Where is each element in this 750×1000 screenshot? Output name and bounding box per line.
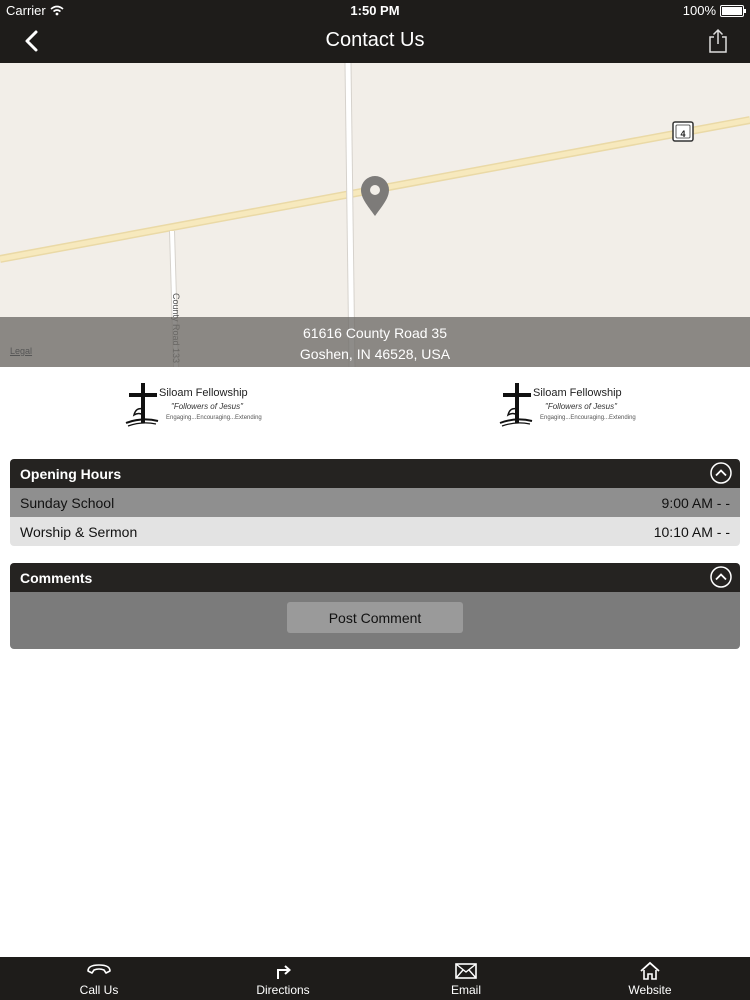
comments-header[interactable]: Comments (10, 563, 740, 592)
hours-row: Worship & Sermon 10:10 AM - - (10, 517, 740, 546)
hours-row-time: 9:00 AM - - (661, 495, 730, 511)
tab-label: Call Us (79, 983, 119, 997)
org-name: Siloam Fellowship (533, 387, 622, 399)
cross-logo-icon (125, 383, 159, 427)
battery-info: 100% (682, 3, 746, 18)
tab-email[interactable]: Email (396, 957, 536, 1000)
map-legal-link[interactable]: Legal (10, 346, 32, 356)
battery-percent: 100% (682, 3, 716, 18)
chevron-up-icon[interactable] (710, 566, 732, 588)
address-line-2: Goshen, IN 46528, USA (299, 346, 451, 362)
opening-hours-panel: Opening Hours Sunday School 9:00 AM - - … (10, 459, 740, 546)
cross-logo-icon (499, 383, 533, 427)
share-icon[interactable] (708, 28, 728, 54)
status-bar: Carrier 1:50 PM 100% (0, 0, 750, 20)
post-comment-button[interactable]: Post Comment (287, 602, 463, 633)
address-line-1: 61616 County Road 35 (303, 325, 447, 341)
comments-panel: Comments Post Comment (10, 563, 740, 649)
opening-hours-title: Opening Hours (20, 466, 122, 482)
home-icon (640, 961, 660, 980)
church-logo-left: Siloam Fellowship "Followers of Jesus" E… (124, 379, 264, 429)
tab-website[interactable]: Website (580, 957, 720, 1000)
org-tagline: "Followers of Jesus" (171, 402, 243, 411)
address-overlay: 61616 County Road 35 Goshen, IN 46528, U… (0, 317, 750, 367)
org-tagline: "Followers of Jesus" (545, 402, 617, 411)
route-shield-label: 4 (680, 129, 686, 139)
org-subline: Engaging...Encouraging...Extending (540, 415, 636, 421)
tab-label: Email (450, 983, 481, 997)
chevron-up-icon[interactable] (710, 462, 732, 484)
phone-icon (87, 964, 111, 974)
tab-directions[interactable]: Directions (213, 957, 353, 1000)
tab-call-us[interactable]: Call Us (29, 957, 169, 1000)
comments-body: Post Comment (10, 592, 740, 649)
tab-bar: Call Us Directions Email Website (0, 957, 750, 1000)
church-logo-right: Siloam Fellowship "Followers of Jesus" E… (498, 379, 638, 429)
hours-row: Sunday School 9:00 AM - - (10, 488, 740, 517)
org-subline: Engaging...Encouraging...Extending (166, 415, 262, 421)
map-view[interactable]: 4 County Road 133 61616 County Road 35 G… (0, 63, 750, 367)
hours-row-time: 10:10 AM - - (653, 524, 730, 540)
nav-bar: Contact Us (0, 20, 750, 63)
hours-row-name: Worship & Sermon (20, 524, 138, 540)
tab-label: Directions (256, 983, 310, 997)
tab-label: Website (628, 983, 672, 997)
logo-row: Siloam Fellowship "Followers of Jesus" E… (0, 367, 750, 457)
org-name: Siloam Fellowship (159, 387, 248, 399)
comments-title: Comments (20, 570, 93, 586)
opening-hours-header[interactable]: Opening Hours (10, 459, 740, 488)
battery-icon (720, 4, 746, 17)
hours-row-name: Sunday School (20, 495, 115, 511)
directions-icon (277, 965, 292, 979)
status-time: 1:50 PM (350, 3, 400, 18)
email-icon (455, 963, 477, 979)
page-title: Contact Us (325, 29, 425, 51)
